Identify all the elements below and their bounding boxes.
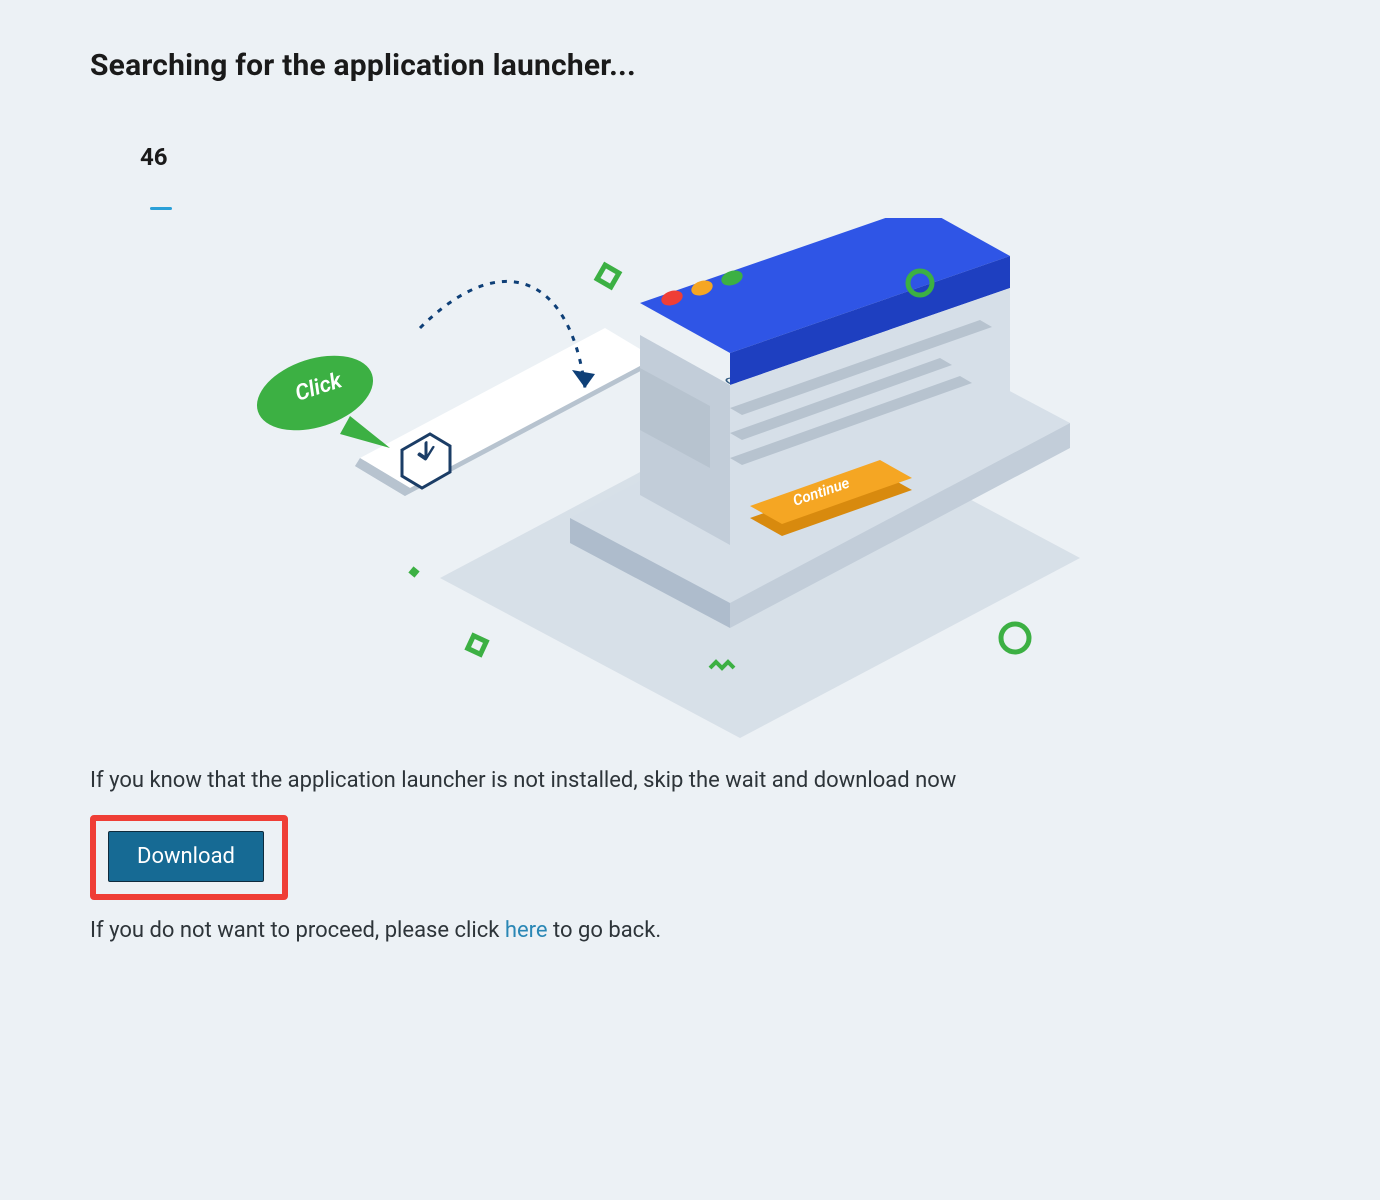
confetti-circle2-icon	[1001, 624, 1029, 652]
goback-link[interactable]: here	[505, 918, 548, 943]
goback-text: If you do not want to proceed, please cl…	[90, 918, 1290, 943]
page-title: Searching for the application launcher..…	[90, 48, 1290, 83]
goback-suffix: to go back.	[548, 918, 662, 943]
skip-info-text: If you know that the application launche…	[90, 768, 1290, 793]
download-button-highlight: Download	[90, 815, 288, 900]
goback-prefix: If you do not want to proceed, please cl…	[90, 918, 505, 943]
spinner-icon	[150, 207, 172, 210]
instruction-illustration: PulseSecureApp...exe Click	[240, 218, 1140, 738]
download-button[interactable]: Download	[108, 831, 264, 882]
countdown-value: 46	[140, 143, 1290, 171]
confetti-dot-icon	[408, 566, 419, 577]
messages-block: If you know that the application launche…	[90, 768, 1290, 943]
countdown-block: 46	[140, 143, 1290, 210]
confetti-square-icon	[597, 265, 619, 287]
confetti-square2-icon	[468, 636, 487, 655]
page-root: Searching for the application launcher..…	[0, 0, 1380, 1200]
click-callout-icon: Click	[247, 342, 390, 448]
